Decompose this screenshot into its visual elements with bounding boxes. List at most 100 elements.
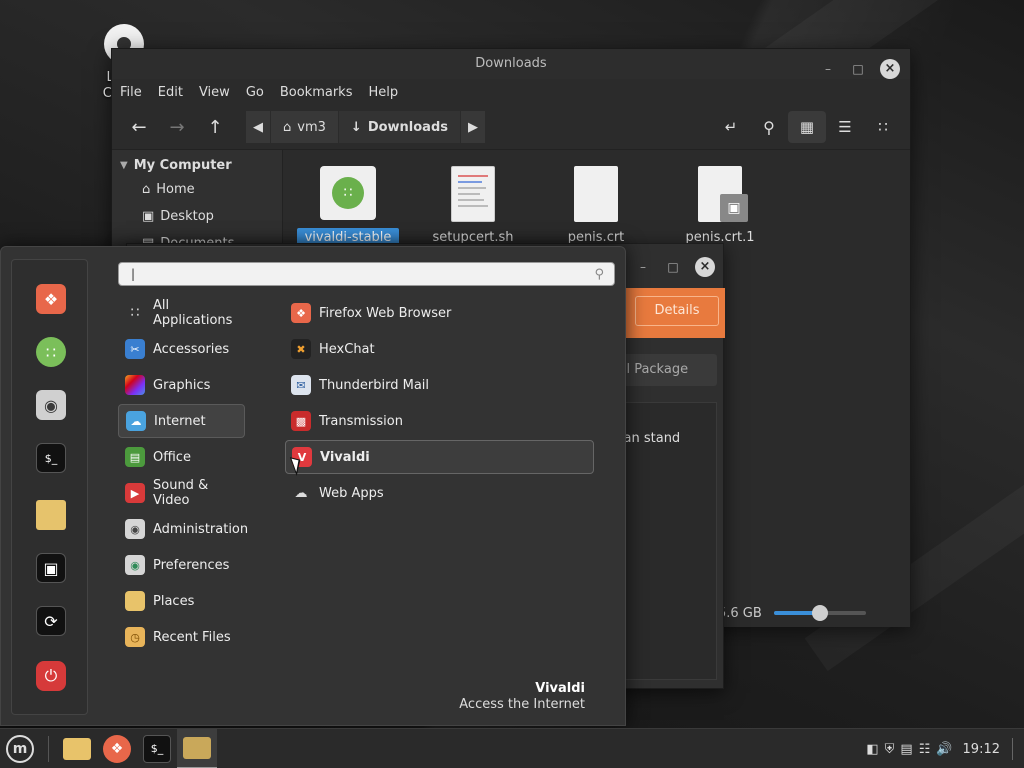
search-button[interactable]: ⚲ xyxy=(750,111,788,143)
lock-icon[interactable]: ▣ xyxy=(36,553,66,583)
file-icon: ▣ xyxy=(698,166,748,222)
cloud-icon: ☁ xyxy=(126,411,146,431)
firefox-icon[interactable]: ❖ xyxy=(36,284,66,314)
toolbar: ← → ↑ ◀ ⌂ vm3 ↓ Downloads ▶ ↵ ⚲ ▦ ☰ ∷ xyxy=(112,105,910,149)
category-administration[interactable]: ◉ Administration xyxy=(118,512,249,546)
clock[interactable]: 19:12 xyxy=(963,742,1000,757)
shield-icon[interactable]: ⛨ xyxy=(885,742,895,757)
category-label: Office xyxy=(153,449,191,465)
clipboard-icon[interactable]: ◧ xyxy=(866,742,878,757)
folder-icon[interactable] xyxy=(36,500,66,530)
terminal-icon: $_ xyxy=(143,734,171,763)
file-item[interactable]: ∷ vivaldi-stable xyxy=(288,166,408,247)
sidebar-item-label: Home xyxy=(156,182,195,197)
category-label: Graphics xyxy=(153,377,211,393)
maximize-button[interactable]: □ xyxy=(665,260,681,274)
icon-view-button[interactable]: ▦ xyxy=(788,111,826,143)
desktop-icon: ▣ xyxy=(142,209,155,224)
path-scroll-left[interactable]: ◀ xyxy=(246,111,271,143)
path-label: Downloads xyxy=(367,119,449,135)
path-scroll-right[interactable]: ▶ xyxy=(461,111,487,143)
arrow-left-icon: ← xyxy=(131,116,147,138)
app-vivaldi[interactable]: V Vivaldi xyxy=(285,440,594,474)
free-space-label: 5.6 GB xyxy=(718,605,762,621)
path-segment-downloads[interactable]: ↓ Downloads xyxy=(338,111,462,143)
forward-button[interactable]: → xyxy=(158,111,196,143)
app-hexchat[interactable]: ✖ HexChat xyxy=(285,332,594,366)
category-label: Recent Files xyxy=(153,629,231,645)
update-manager-icon[interactable]: ▤ xyxy=(900,742,912,757)
zoom-slider-knob[interactable] xyxy=(811,605,828,621)
category-sound-video[interactable]: ▶ Sound & Video xyxy=(118,476,245,510)
taskbar-window-files[interactable] xyxy=(177,728,217,768)
app-firefox[interactable]: ❖ Firefox Web Browser xyxy=(285,296,594,330)
text-file-icon xyxy=(451,166,495,222)
menu-bookmarks[interactable]: Bookmarks xyxy=(280,85,353,100)
firefox-icon: ❖ xyxy=(291,303,311,323)
close-button[interactable]: × xyxy=(695,257,715,277)
volume-icon[interactable]: 🔊 xyxy=(936,742,952,757)
settings-toggle-icon[interactable]: ◉ xyxy=(36,390,66,420)
file-item[interactable]: penis.crt xyxy=(536,166,656,245)
back-button[interactable]: ← xyxy=(120,111,158,143)
menu-view[interactable]: View xyxy=(199,85,230,100)
minimize-button[interactable]: – xyxy=(820,54,836,84)
sidebar-item-desktop[interactable]: ▣ Desktop xyxy=(112,203,282,230)
mint-logo-icon: m xyxy=(6,734,34,763)
list-view-button[interactable]: ☰ xyxy=(826,111,864,143)
show-desktop-button[interactable] xyxy=(1012,738,1016,760)
minimize-button[interactable]: – xyxy=(635,260,651,274)
compact-view-button[interactable]: ∷ xyxy=(864,111,902,143)
location-toggle-button[interactable]: ↵ xyxy=(712,111,750,143)
category-internet[interactable]: ☁ Internet xyxy=(118,404,245,438)
menu-go[interactable]: Go xyxy=(246,85,264,100)
menu-help[interactable]: Help xyxy=(368,85,398,100)
file-item[interactable]: ▣ penis.crt.1 xyxy=(660,166,780,245)
home-icon: ⌂ xyxy=(142,182,151,197)
terminal-icon[interactable]: $_ xyxy=(36,443,66,473)
logout-icon[interactable]: ⟳ xyxy=(36,606,66,636)
sidebar-item-home[interactable]: ⌂ Home xyxy=(112,176,282,203)
search-icon: ⚲ xyxy=(594,267,604,282)
category-graphics[interactable]: Graphics xyxy=(118,368,245,402)
power-icon[interactable]: ⏻ xyxy=(36,661,66,691)
close-button[interactable]: × xyxy=(880,59,900,79)
taskbar-terminal-launcher[interactable]: $_ xyxy=(137,729,177,768)
taskbar-firefox-launcher[interactable]: ❖ xyxy=(97,729,137,768)
category-preferences[interactable]: ◉ Preferences xyxy=(118,548,245,582)
category-label: Preferences xyxy=(153,557,230,573)
scissors-icon: ✂ xyxy=(125,339,145,359)
category-all-applications[interactable]: ∷ All Applications xyxy=(118,296,245,330)
favorites-bar: ❖ ∷ ◉ $_ ▣ ⟳ ⏻ xyxy=(11,259,88,715)
triangle-right-icon: ▶ xyxy=(468,119,479,135)
maximize-button[interactable]: □ xyxy=(850,54,866,84)
up-button[interactable]: ↑ xyxy=(196,111,234,143)
folder-clock-icon: ◷ xyxy=(125,627,145,647)
spreadsheet-icon: ▤ xyxy=(125,447,145,467)
sidebar-section-header[interactable]: ▼ My Computer xyxy=(112,154,282,176)
path-segment-home[interactable]: ⌂ vm3 xyxy=(271,111,339,143)
category-accessories[interactable]: ✂ Accessories xyxy=(118,332,245,366)
window-titlebar[interactable]: Downloads – □ × xyxy=(112,49,910,79)
app-description-panel: Vivaldi Access the Internet xyxy=(459,681,585,713)
menu-edit[interactable]: Edit xyxy=(158,85,183,100)
software-manager-icon[interactable]: ∷ xyxy=(36,337,66,367)
category-office[interactable]: ▤ Office xyxy=(118,440,245,474)
hexchat-icon: ✖ xyxy=(291,339,311,359)
file-item[interactable]: setupcert.sh xyxy=(413,166,533,245)
category-label: Administration xyxy=(153,521,249,537)
network-icon[interactable]: ☷ xyxy=(919,742,931,757)
category-recent-files[interactable]: ◷ Recent Files xyxy=(118,620,245,654)
category-places[interactable]: Places xyxy=(118,584,245,618)
search-input[interactable]: | ⚲ xyxy=(118,262,615,286)
taskbar-files-launcher[interactable] xyxy=(57,729,97,768)
arrow-right-icon: → xyxy=(169,116,185,138)
app-transmission[interactable]: ▩ Transmission xyxy=(285,404,594,438)
menu-file[interactable]: File xyxy=(120,85,142,100)
menu-button[interactable]: m xyxy=(0,729,40,768)
details-button[interactable]: Details xyxy=(635,296,719,326)
app-thunderbird[interactable]: ✉ Thunderbird Mail xyxy=(285,368,594,402)
app-web-apps[interactable]: ☁ Web Apps xyxy=(285,476,594,510)
zoom-slider[interactable] xyxy=(773,605,866,621)
app-label: Web Apps xyxy=(319,485,384,501)
